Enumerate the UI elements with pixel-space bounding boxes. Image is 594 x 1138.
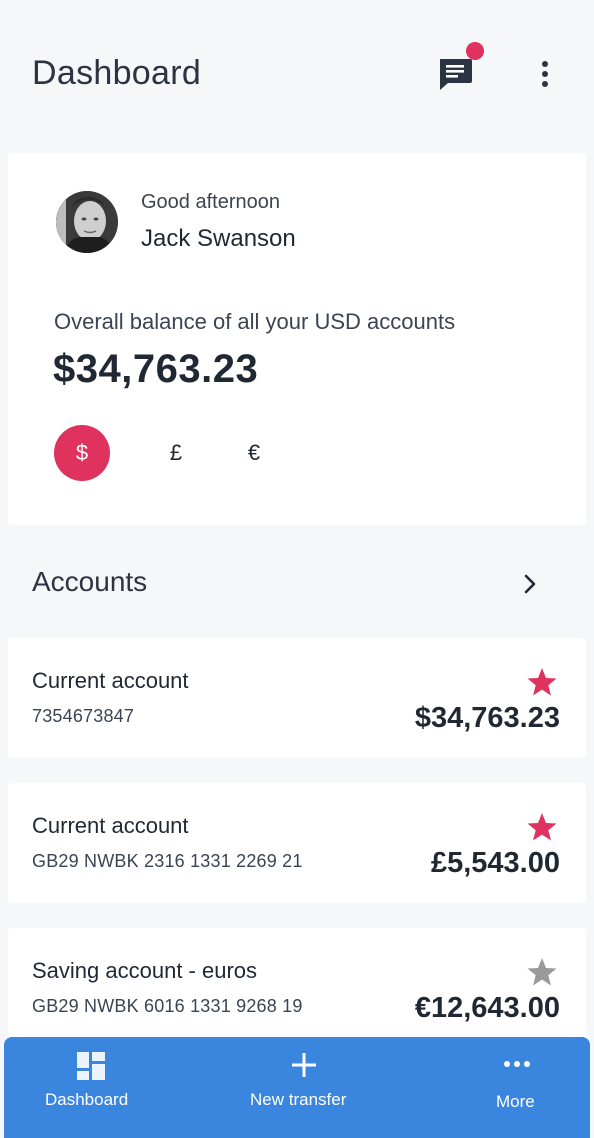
user-name: Jack Swanson — [141, 225, 296, 252]
accounts-section-title: Accounts — [32, 566, 148, 597]
account-name: Saving account - euros — [32, 958, 258, 983]
account-card[interactable]: Current account GB29 NWBK 2316 1331 2269… — [8, 783, 586, 903]
more-horizontal-icon — [504, 1061, 530, 1067]
account-name: Current account — [32, 813, 189, 838]
chevron-right-icon — [524, 574, 536, 594]
more-vertical-icon — [542, 61, 548, 87]
account-number: GB29 NWBK 2316 1331 2269 21 — [32, 851, 303, 871]
plus-icon — [292, 1053, 316, 1077]
nav-item-dashboard[interactable]: Dashboard — [24, 1037, 164, 1138]
favorite-star-button[interactable] — [526, 666, 558, 698]
overall-balance: $34,763.23 — [53, 347, 259, 391]
currency-eur-button[interactable]: € — [226, 425, 282, 481]
star-icon — [527, 668, 557, 696]
account-balance: €12,643.00 — [414, 992, 560, 1024]
app-header: Dashboard — [0, 0, 594, 150]
notification-badge — [466, 42, 484, 60]
nav-item-new-transfer[interactable]: New transfer — [234, 1037, 374, 1138]
account-balance: £5,543.00 — [430, 847, 560, 879]
nav-item-more[interactable]: More — [464, 1037, 584, 1138]
favorite-star-button[interactable] — [526, 956, 558, 988]
account-number: 7354673847 — [32, 706, 135, 726]
account-card[interactable]: Current account 7354673847 $34,763.23 — [8, 638, 586, 758]
avatar[interactable] — [56, 191, 118, 253]
balance-label: Overall balance of all your USD accounts — [54, 309, 456, 334]
chat-message-icon — [440, 59, 472, 90]
messages-button[interactable] — [436, 56, 476, 92]
balance-card: Good afternoon Jack Swanson Overall bala… — [8, 153, 586, 525]
more-options-button[interactable] — [530, 58, 560, 90]
accounts-view-all-button[interactable] — [514, 566, 546, 602]
account-number: GB29 NWBK 6016 1331 9268 19 — [32, 996, 303, 1016]
account-name: Current account — [32, 668, 189, 693]
star-icon — [527, 958, 557, 986]
favorite-star-button[interactable] — [526, 811, 558, 843]
account-balance: $34,763.23 — [414, 702, 560, 734]
account-card[interactable]: Saving account - euros GB29 NWBK 6016 13… — [8, 928, 586, 1048]
page-title: Dashboard — [32, 54, 202, 92]
greeting-text: Good afternoon — [141, 191, 280, 213]
bottom-navigation: Dashboard New transfer More — [4, 1037, 590, 1138]
nav-label: New transfer — [250, 1090, 347, 1109]
user-avatar-icon — [56, 191, 118, 253]
nav-label: More — [496, 1092, 535, 1111]
currency-gbp-button[interactable]: £ — [148, 425, 204, 481]
star-icon — [527, 813, 557, 841]
nav-label: Dashboard — [45, 1090, 129, 1109]
currency-usd-button[interactable]: $ — [54, 425, 110, 481]
dashboard-grid-icon — [77, 1052, 105, 1080]
